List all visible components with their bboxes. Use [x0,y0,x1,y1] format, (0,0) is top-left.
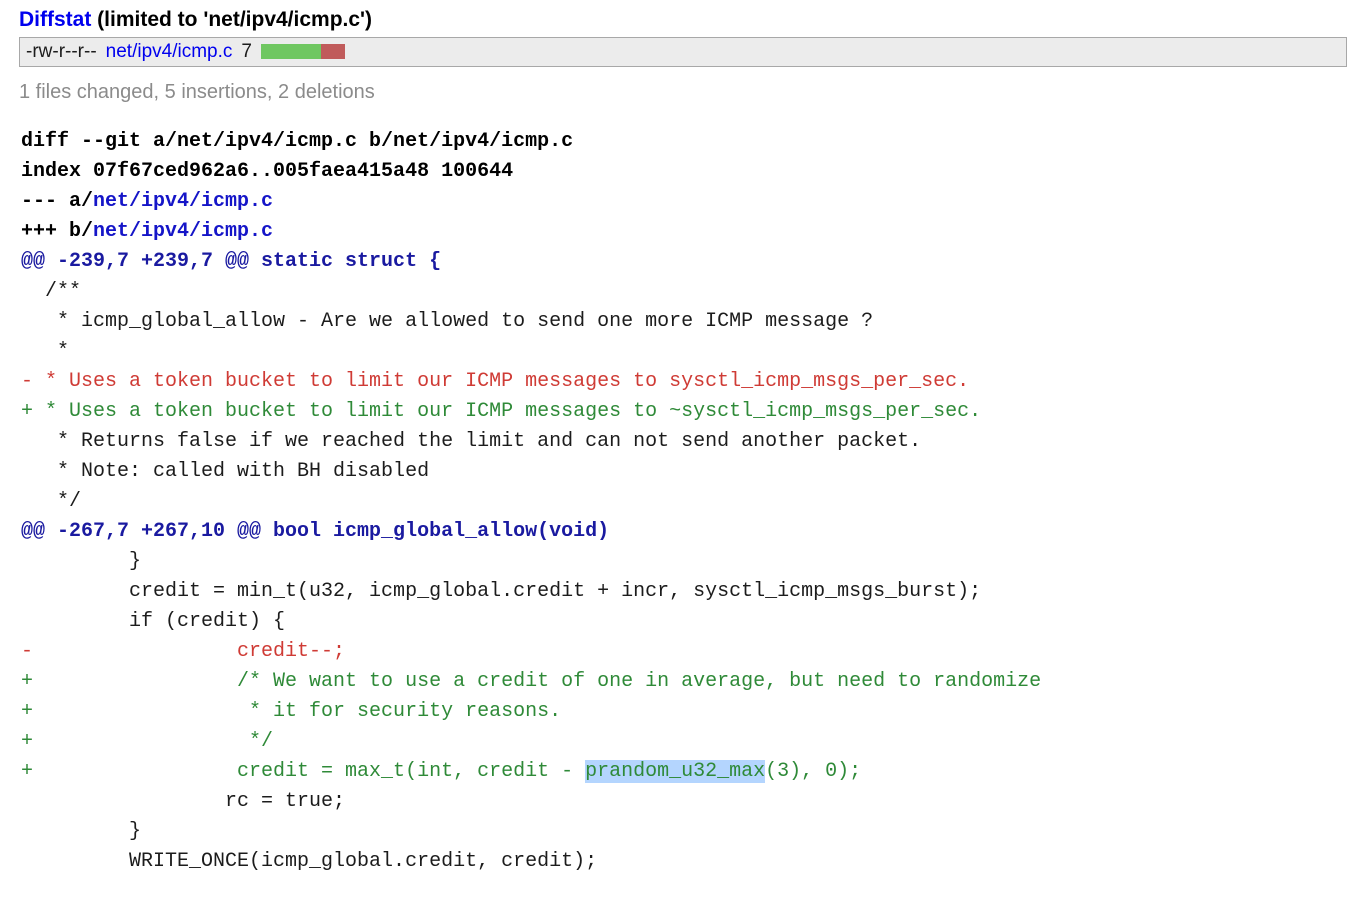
diffstat-file-link[interactable]: net/ipv4/icmp.c [106,41,233,62]
diff-addition-line: + credit = max_t(int, credit - prandom_u… [21,757,1366,787]
diff-context-line: * [21,340,70,363]
file-mode: -rw-r--r-- [26,41,97,62]
diff-context-line: * Note: called with BH disabled [21,460,430,483]
diffstat-graph [260,44,345,60]
diff-addition-line: + * Uses a token bucket to limit our ICM… [21,400,982,423]
additions-bar [260,44,321,60]
diff-addition-line: + /* We want to use a credit of one in a… [21,670,1042,693]
diffstat-summary: 1 files changed, 5 insertions, 2 deletio… [19,81,375,103]
diff-file-header-line: +++ b/net/ipv4/icmp.c [21,217,1366,247]
diff-context-line: rc = true; [21,790,346,813]
diffstat-heading-link[interactable]: Diffstat [19,8,91,31]
diff-hunk-header-line: @@ -239,7 +239,7 @@ static struct { [21,250,442,273]
diff-git-header-line: index 07f67ced962a6..005faea415a48 10064… [21,160,514,183]
diff-header-prefix: --- a/ [21,190,94,213]
diff-context-line: } [21,820,142,843]
change-count: 7 [241,41,252,62]
diffstat-row: -rw-r--r-- net/ipv4/icmp.c 7 [19,37,1347,67]
diff-context-line: WRITE_ONCE(icmp_global.credit, credit); [21,850,598,873]
diff-header-file-link[interactable]: net/ipv4/icmp.c [93,220,273,243]
diff-context-line: */ [21,490,82,513]
deletions-bar [320,44,345,60]
diff-addition-line: + * it for security reasons. [21,700,562,723]
diff-addition-line: + */ [21,730,274,753]
diff-body: diff --git a/net/ipv4/icmp.c b/net/ipv4/… [0,127,1366,877]
diff-context-line: /** [21,280,82,303]
diffstat-section: Diffstat (limited to 'net/ipv4/icmp.c') … [0,0,1366,105]
diffstat-heading-scope: (limited to 'net/ipv4/icmp.c') [91,8,373,31]
diff-context-line: credit = min_t(u32, icmp_global.credit +… [21,580,982,603]
diff-context-line: * icmp_global_allow - Are we allowed to … [21,310,874,333]
diff-header-prefix: +++ b/ [21,220,94,243]
diff-file-header-line: --- a/net/ipv4/icmp.c [21,187,1366,217]
diff-line-text-before: + credit = max_t(int, credit - [21,760,586,783]
selected-text-highlight[interactable]: prandom_u32_max [585,760,766,783]
diff-header-file-link[interactable]: net/ipv4/icmp.c [93,190,273,213]
diff-context-line: } [21,550,142,573]
diffstat-heading: Diffstat (limited to 'net/ipv4/icmp.c') [0,0,1366,32]
diff-deletion-line: - credit--; [21,640,346,663]
diff-context-line: if (credit) { [21,610,286,633]
diff-hunk-header-line: @@ -267,7 +267,10 @@ bool icmp_global_al… [21,520,610,543]
diff-git-header-line: diff --git a/net/ipv4/icmp.c b/net/ipv4/… [21,130,574,153]
diff-context-line: * Returns false if we reached the limit … [21,430,922,453]
diff-line-text-after: (3), 0); [765,760,862,783]
diff-deletion-line: - * Uses a token bucket to limit our ICM… [21,370,970,393]
